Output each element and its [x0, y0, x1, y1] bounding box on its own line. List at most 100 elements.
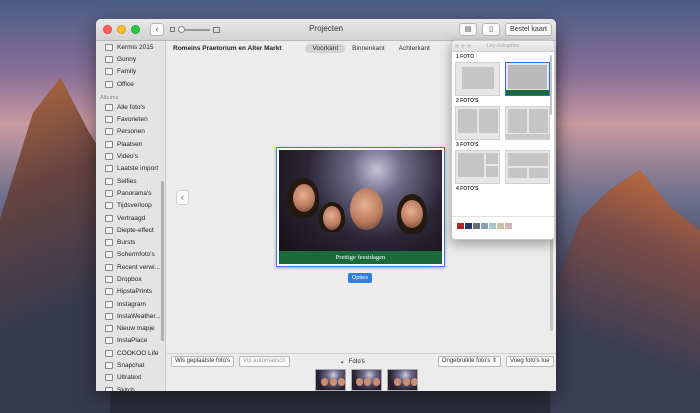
clear-placed-photos-button[interactable]: Wis geplaatste foto's	[171, 355, 235, 367]
sidebar-item[interactable]: Personen	[96, 126, 165, 138]
card-preview[interactable]: Prettige feestdagen	[276, 147, 445, 267]
clock-icon	[105, 165, 113, 173]
color-swatches	[457, 223, 512, 229]
color-swatch[interactable]	[473, 223, 480, 229]
order-card-button[interactable]: Bestel kaart	[505, 23, 552, 36]
sidebar-item-label: Diepte-effect	[117, 226, 154, 234]
card-side-tabs: Voorkant Binnenkant Achterkant	[305, 43, 437, 53]
photos-toggle[interactable]: ⌄ Foto's	[340, 358, 365, 365]
layout-option-1b[interactable]	[505, 62, 550, 96]
sidebar-scrollbar[interactable]	[161, 181, 164, 341]
sidebar-item-label: Plaatsen	[117, 140, 143, 148]
sidebar-item[interactable]: Alle foto's	[96, 101, 165, 113]
photo-toolbar: Wis geplaatste foto's Vul automatisch ⌄ F…	[167, 353, 556, 368]
add-photos-button[interactable]: Voeg foto's toe	[506, 355, 554, 367]
sidebar-item[interactable]: Tijdsverloop	[96, 200, 165, 212]
sidebar-item[interactable]: Laatste import	[96, 163, 165, 175]
sidebar-item[interactable]: COOKOO Life	[96, 347, 165, 359]
layout-option-2a[interactable]	[455, 106, 500, 140]
sidebar-item[interactable]: Dropbox	[96, 273, 165, 285]
color-swatch[interactable]	[505, 223, 512, 229]
layout-panel-toggle-button[interactable]: ▤	[459, 23, 478, 36]
sidebar-item-label: COOKOO Life	[117, 349, 159, 357]
sidebar-item-label: InstaWeather...	[117, 312, 161, 320]
zoom-knob[interactable]	[178, 25, 185, 33]
layout-option-2b[interactable]	[505, 106, 550, 140]
photo-thumbnail[interactable]	[315, 369, 346, 391]
photo-strip	[167, 369, 556, 391]
sidebar-item[interactable]: Snapchat	[96, 359, 165, 371]
fullscreen-window-button[interactable]	[131, 25, 140, 34]
photo-thumbnail[interactable]	[387, 369, 418, 391]
sidebar-item[interactable]: Diepte-effect	[96, 224, 165, 236]
zoom-in-icon	[213, 26, 220, 33]
panorama-icon	[105, 189, 113, 197]
layout-icon: ▤	[464, 26, 472, 33]
photo-filter-select[interactable]: Ongebruikte foto's ⇕	[437, 355, 502, 367]
folder-icon	[105, 386, 113, 391]
panel-scrollbar[interactable]	[550, 55, 552, 115]
person-face	[350, 188, 383, 230]
close-window-button[interactable]	[103, 25, 112, 34]
sidebar-item-label: HipstaPrints	[117, 288, 153, 296]
panel-close-button[interactable]	[455, 44, 459, 48]
autofill-button[interactable]: Vul automatisch	[239, 355, 290, 367]
sidebar-item[interactable]: InstaWeather...	[96, 310, 165, 322]
color-swatch[interactable]	[497, 223, 504, 229]
zoom-out-icon	[170, 27, 175, 32]
sidebar-item[interactable]: Kermis 2015	[96, 41, 165, 53]
options-button[interactable]: Opties	[348, 273, 372, 283]
zoom-slider[interactable]	[170, 25, 220, 33]
sidebar-item[interactable]: Schermfoto's	[96, 249, 165, 261]
photo-thumbnail[interactable]	[351, 369, 382, 391]
previous-page-button[interactable]: ‹	[176, 190, 189, 205]
sidebar-item[interactable]: Video's	[96, 150, 165, 162]
sidebar-item[interactable]: Instagram	[96, 298, 165, 310]
sidebar-item[interactable]: Recent verwi...	[96, 261, 165, 273]
layout-option-1a[interactable]	[455, 62, 500, 96]
color-swatch[interactable]	[489, 223, 496, 229]
sidebar-item[interactable]: Ultratext	[96, 372, 165, 384]
sidebar-item[interactable]: Nieuw mapje	[96, 323, 165, 335]
color-swatch[interactable]	[465, 223, 472, 229]
sidebar-item[interactable]: Gonny	[96, 53, 165, 65]
tab-back[interactable]: Achterkant	[392, 44, 437, 53]
sidebar-item[interactable]: Favorieten	[96, 113, 165, 125]
sidebar-item[interactable]: InstaPlace	[96, 335, 165, 347]
desktop-wallpaper-mountain-left	[0, 77, 110, 413]
card-caption[interactable]: Prettige feestdagen	[279, 251, 442, 264]
layout-option-3a[interactable]	[455, 150, 500, 184]
sidebar-item[interactable]: Plaatsen	[96, 138, 165, 150]
folder-icon	[105, 325, 113, 333]
layout-option-3b[interactable]	[505, 150, 550, 184]
sidebar-item-label: Recent verwi...	[117, 263, 160, 271]
panel-zoom-button[interactable]	[467, 44, 471, 48]
panel-minimize-button[interactable]	[461, 44, 465, 48]
tab-inside[interactable]: Binnenkant	[345, 44, 392, 53]
sidebar-item-label: Family	[117, 68, 137, 76]
folder-icon	[105, 362, 113, 370]
section-3-photos: 3 FOTO'S	[456, 142, 479, 148]
sidebar-item-label: Bursts	[117, 239, 136, 247]
sidebar-item[interactable]: HipstaPrints	[96, 286, 165, 298]
sidebar-item[interactable]: Family	[96, 66, 165, 78]
minimize-window-button[interactable]	[117, 25, 126, 34]
sidebar-item[interactable]: Panorama's	[96, 187, 165, 199]
sidebar-item[interactable]: Skitch	[96, 384, 165, 391]
zoom-track[interactable]	[178, 25, 210, 33]
sidebar-item-label: Personen	[117, 128, 145, 136]
back-button[interactable]: ‹	[150, 23, 164, 36]
sidebar-item[interactable]: Selfies	[96, 175, 165, 187]
video-icon	[105, 153, 113, 161]
color-swatch[interactable]	[481, 223, 488, 229]
sidebar-item[interactable]: Vertraagd	[96, 212, 165, 224]
sidebar-item[interactable]: Office	[96, 78, 165, 90]
color-swatch[interactable]	[457, 223, 464, 229]
sidebar-item-label: Vertraagd	[117, 214, 146, 222]
sidebar-item[interactable]: Bursts	[96, 236, 165, 248]
section-2-photos: 2 FOTO'S	[456, 98, 479, 104]
tab-front[interactable]: Voorkant	[305, 43, 346, 53]
card-photo[interactable]	[279, 150, 442, 251]
folder-icon	[105, 68, 113, 76]
device-preview-button[interactable]: ▯	[482, 23, 501, 36]
